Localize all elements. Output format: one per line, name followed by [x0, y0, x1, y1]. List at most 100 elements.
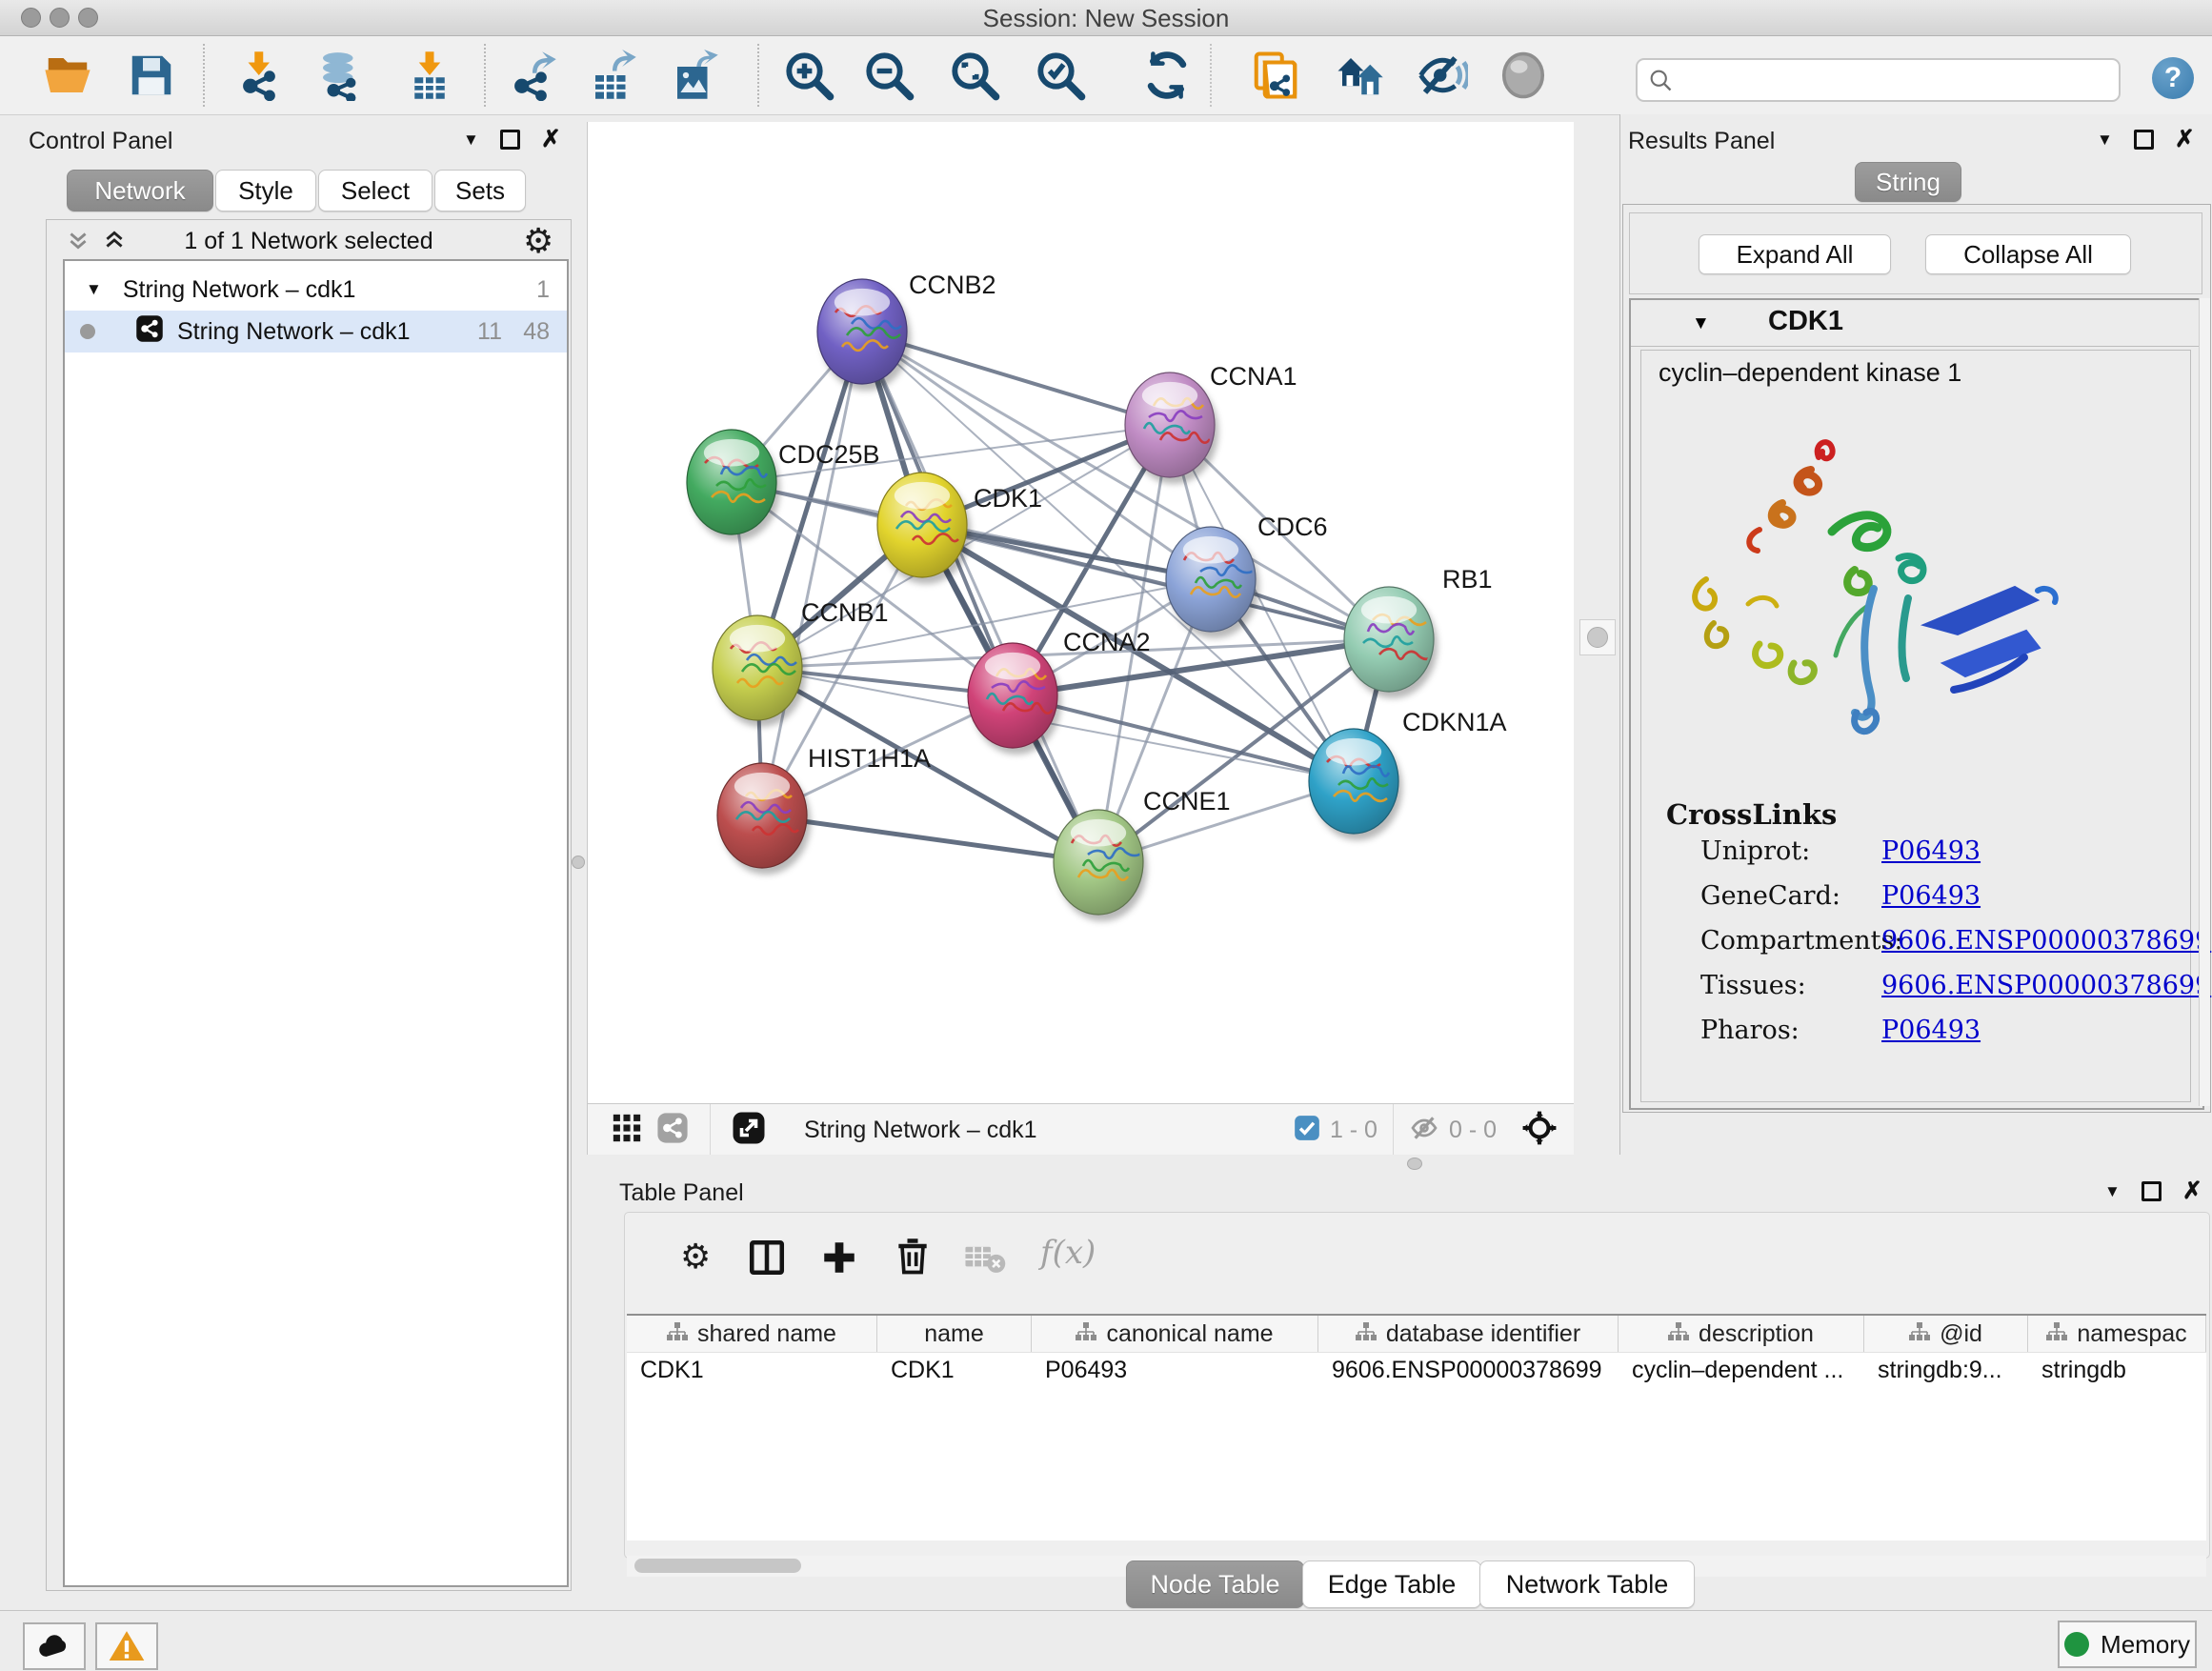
- table-options-gear-icon[interactable]: ⚙: [680, 1239, 711, 1274]
- network-edge[interactable]: [762, 332, 862, 815]
- network-node[interactable]: [1344, 587, 1438, 698]
- network-view-mode-icon[interactable]: [656, 1112, 689, 1149]
- tab-select[interactable]: Select: [318, 170, 432, 211]
- zoom-out-icon[interactable]: [863, 50, 915, 101]
- splitter-handle[interactable]: [1579, 619, 1616, 655]
- network-node[interactable]: [817, 279, 911, 391]
- tab-sets[interactable]: Sets: [434, 170, 526, 211]
- network-row[interactable]: String Network – cdk1 11 48: [65, 311, 567, 352]
- results-scrollbar[interactable]: [2199, 298, 2210, 1106]
- selected-checkbox-icon[interactable]: [1294, 1115, 1320, 1146]
- expand-all-button[interactable]: Expand All: [1699, 234, 1891, 274]
- import-network-file-icon[interactable]: [235, 50, 287, 101]
- crosslink-link[interactable]: P06493: [1881, 881, 1981, 911]
- network-node[interactable]: [1054, 810, 1147, 921]
- panel-float-icon[interactable]: [2142, 1181, 2162, 1201]
- network-canvas[interactable]: CCNB2CCNA1CDC25BCDK1CDC6RB1CCNB1CCNA2CDK…: [587, 122, 1576, 1103]
- open-session-icon[interactable]: [42, 50, 93, 101]
- scrollbar-thumb[interactable]: [634, 1559, 801, 1573]
- column-header[interactable]: database identifier: [1318, 1316, 1619, 1352]
- table-cell[interactable]: CDK1: [627, 1353, 877, 1387]
- memory-button[interactable]: Memory: [2058, 1621, 2197, 1668]
- delete-column-trash-icon[interactable]: [892, 1236, 934, 1282]
- panel-float-icon[interactable]: [500, 130, 520, 150]
- splitter-handle[interactable]: [1407, 1158, 1422, 1170]
- column-header[interactable]: shared name: [627, 1316, 877, 1352]
- warning-button[interactable]: [95, 1622, 158, 1670]
- crosslink-link[interactable]: P06493: [1881, 1016, 1981, 1045]
- network-options-gear-icon[interactable]: ⚙: [523, 224, 553, 258]
- network-node[interactable]: [687, 430, 780, 541]
- panel-menu-icon[interactable]: ▼: [2104, 1182, 2121, 1201]
- network-selection-status: 1 of 1 Network selected: [47, 228, 571, 255]
- panel-menu-icon[interactable]: ▼: [463, 131, 479, 150]
- panel-close-icon[interactable]: ✗: [541, 132, 561, 147]
- table-cell[interactable]: P06493: [1032, 1353, 1318, 1387]
- column-header[interactable]: name: [877, 1316, 1032, 1352]
- tab-style[interactable]: Style: [215, 170, 316, 211]
- tab-string[interactable]: String: [1855, 162, 1961, 202]
- network-collection-row[interactable]: ▼ String Network – cdk1 1: [65, 269, 567, 311]
- help-button[interactable]: ?: [2152, 57, 2194, 99]
- fit-content-icon[interactable]: [949, 50, 1000, 101]
- show-columns-icon[interactable]: [747, 1238, 787, 1282]
- grid-mode-icon[interactable]: [611, 1112, 643, 1149]
- refresh-view-icon[interactable]: [1141, 50, 1193, 101]
- table-cell[interactable]: stringdb:9...: [1864, 1353, 2028, 1387]
- table-cell[interactable]: cyclin–dependent ...: [1619, 1353, 1864, 1387]
- network-node[interactable]: [717, 763, 811, 875]
- tab-network-table[interactable]: Network Table: [1479, 1560, 1695, 1608]
- panel-float-icon[interactable]: [2134, 130, 2154, 150]
- table-cell[interactable]: CDK1: [877, 1353, 1032, 1387]
- cloud-button[interactable]: [23, 1622, 86, 1670]
- tab-edge-table[interactable]: Edge Table: [1302, 1560, 1481, 1608]
- export-table-icon[interactable]: [587, 50, 638, 101]
- import-table-icon[interactable]: [404, 50, 455, 101]
- crosslink-link[interactable]: 9606.ENSP00000378699: [1881, 926, 2211, 956]
- collapse-all-button[interactable]: Collapse All: [1925, 234, 2131, 274]
- vertical-splitter[interactable]: [1574, 122, 1619, 1155]
- search-input[interactable]: [1636, 58, 2121, 102]
- column-header[interactable]: namespac: [2028, 1316, 2206, 1352]
- table-cell[interactable]: 9606.ENSP00000378699: [1318, 1353, 1619, 1387]
- network-node[interactable]: [1309, 729, 1402, 840]
- network-node[interactable]: [968, 643, 1061, 755]
- tab-network[interactable]: Network: [67, 170, 213, 211]
- add-column-icon[interactable]: [819, 1238, 859, 1282]
- import-network-database-icon[interactable]: [314, 50, 366, 101]
- network-edge[interactable]: [762, 815, 1098, 862]
- tab-node-table[interactable]: Node Table: [1126, 1560, 1304, 1608]
- panel-menu-icon[interactable]: ▼: [2097, 131, 2113, 150]
- left-splitter-handle[interactable]: [572, 856, 585, 869]
- column-header[interactable]: description: [1619, 1316, 1864, 1352]
- crosslink-link[interactable]: P06493: [1881, 836, 1981, 866]
- column-header[interactable]: @id: [1864, 1316, 2028, 1352]
- export-network-icon[interactable]: [507, 50, 558, 101]
- save-session-icon[interactable]: [126, 50, 177, 101]
- panel-close-icon[interactable]: ✗: [2175, 132, 2195, 147]
- hidden-eye-slash-icon[interactable]: [1409, 1113, 1439, 1148]
- network-node[interactable]: [877, 473, 971, 584]
- clone-network-icon[interactable]: [1250, 50, 1301, 101]
- table-cell[interactable]: stringdb: [2028, 1353, 2206, 1387]
- detach-view-icon[interactable]: [732, 1111, 766, 1150]
- home-neighbors-icon[interactable]: [1334, 50, 1385, 101]
- zoom-in-icon[interactable]: [783, 50, 835, 101]
- crosslink-link[interactable]: 9606.ENSP00000378699: [1881, 971, 2211, 1000]
- network-node[interactable]: [1125, 372, 1218, 484]
- collection-count: 1: [536, 276, 550, 304]
- table-row[interactable]: CDK1CDK1P064939606.ENSP00000378699cyclin…: [627, 1352, 2206, 1387]
- horizontal-splitter[interactable]: [586, 1155, 2212, 1172]
- panel-close-icon[interactable]: ✗: [2182, 1184, 2202, 1198]
- export-image-icon[interactable]: [669, 50, 720, 101]
- birdseye-crosshair-icon[interactable]: [1521, 1110, 1558, 1151]
- collection-expand-icon[interactable]: ▼: [86, 280, 102, 299]
- gene-section: ▼ CDK1 cyclin–dependent kinase 1: [1629, 298, 2204, 1110]
- show-eye-icon[interactable]: [1498, 50, 1549, 101]
- section-collapse-icon[interactable]: ▼: [1692, 313, 1710, 334]
- hide-eye-icon[interactable]: [1417, 50, 1468, 101]
- network-edge[interactable]: [862, 332, 1098, 862]
- column-header[interactable]: canonical name: [1032, 1316, 1318, 1352]
- zoom-selected-icon[interactable]: [1035, 50, 1086, 101]
- network-node[interactable]: [713, 615, 806, 727]
